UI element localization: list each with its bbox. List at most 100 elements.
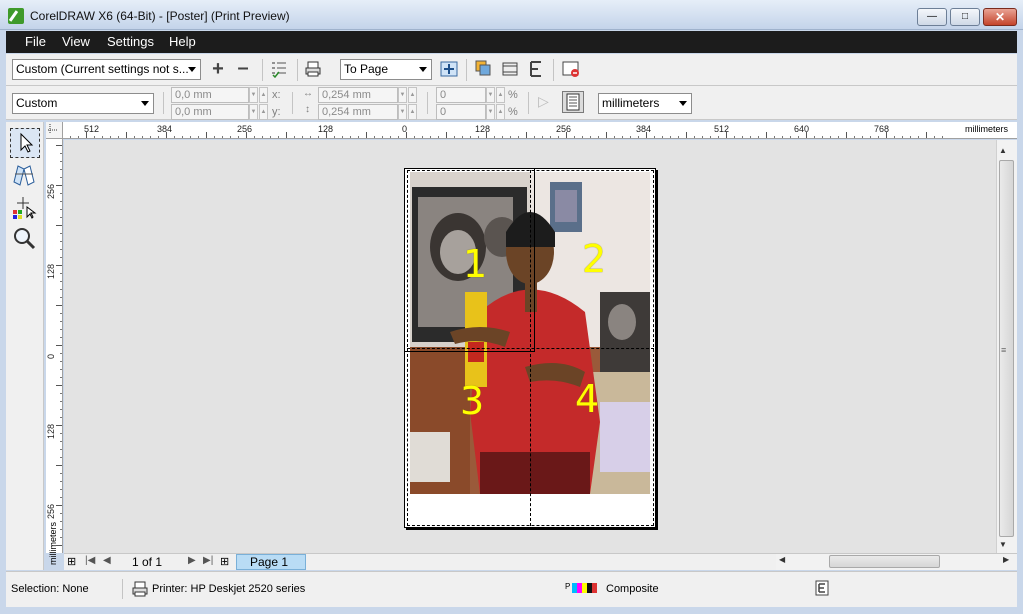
ruler-tick-v <box>60 377 62 378</box>
page-layout-icon[interactable] <box>562 91 584 113</box>
plus-icon[interactable]: + <box>208 59 228 80</box>
marks-placement-tool[interactable] <box>11 195 39 221</box>
pos-x-spin-up[interactable]: ▲ <box>408 87 417 103</box>
selection-status: Selection: None <box>11 583 89 595</box>
tab-page-1-label: Page 1 <box>250 555 289 569</box>
minimize-button[interactable]: — <box>917 8 947 26</box>
document-info-icon[interactable] <box>815 580 829 599</box>
height-field[interactable]: 0,0 mm <box>171 104 249 120</box>
ruler-tick-h <box>70 136 71 138</box>
preset-combo[interactable]: Custom <box>12 93 154 114</box>
ruler-tick-h <box>782 136 783 138</box>
ruler-tick-v <box>60 297 62 298</box>
ruler-tick-v <box>60 209 62 210</box>
add-page-after-icon[interactable]: ⊞ <box>220 555 229 568</box>
ruler-tick-v <box>60 153 62 154</box>
ruler-tick-h <box>182 136 183 138</box>
units-value: millimeters <box>602 96 660 110</box>
position-y-field[interactable]: 0,254 mm <box>318 104 398 120</box>
printer-icon[interactable] <box>304 60 324 80</box>
add-page-before-icon[interactable]: ⊞ <box>67 555 76 568</box>
ruler-tick-v <box>60 497 62 498</box>
menu-settings[interactable]: Settings <box>107 34 154 49</box>
scroll-up-icon[interactable]: ▲ <box>999 146 1007 155</box>
height-spin-down[interactable]: ▼ <box>249 104 258 120</box>
scroll-down-icon[interactable]: ▼ <box>999 540 1007 549</box>
first-page-icon[interactable]: |◀ <box>85 555 95 566</box>
ruler-tick-h <box>822 136 823 138</box>
horizontal-scroll-thumb[interactable] <box>829 555 940 568</box>
position-x-field[interactable]: 0,254 mm <box>318 87 398 103</box>
ruler-tick-h <box>710 136 711 138</box>
width-spin-down[interactable]: ▼ <box>249 87 258 103</box>
last-page-icon[interactable]: ▶| <box>203 555 213 566</box>
units-combo[interactable]: millimeters <box>598 93 692 114</box>
previous-page-icon[interactable]: ◀ <box>103 555 111 566</box>
scale-y-spin-down[interactable]: ▼ <box>486 104 495 120</box>
ruler-tick-h <box>606 132 607 138</box>
ruler-tick-v <box>60 369 62 370</box>
ruler-tick-v <box>60 273 62 274</box>
tab-page-1[interactable]: Page 1 <box>236 554 306 570</box>
ruler-tick-h <box>278 136 279 138</box>
ruler-tick-h <box>582 136 583 138</box>
invert-icon[interactable] <box>501 60 521 80</box>
width-spin-up[interactable]: ▲ <box>259 87 268 103</box>
scale-y-spin-up[interactable]: ▲ <box>496 104 505 120</box>
scale-x-spin-up[interactable]: ▲ <box>496 87 505 103</box>
apply-to-all-icon[interactable]: ▷ <box>538 93 558 113</box>
ruler-tick-h <box>934 136 935 138</box>
ruler-tick-v <box>60 409 62 410</box>
menu-file[interactable]: File <box>25 34 46 49</box>
ruler-tick-h <box>622 136 623 138</box>
scale-x-field[interactable]: 0 <box>436 87 486 103</box>
coreldraw-app-icon[interactable] <box>8 8 24 24</box>
menu-help[interactable]: Help <box>169 34 196 49</box>
mirror-icon[interactable] <box>527 60 547 80</box>
zoom-tool[interactable] <box>11 226 39 252</box>
ruler-tick-h <box>566 132 567 138</box>
pick-tool-button[interactable] <box>10 128 40 158</box>
ruler-tick-h <box>118 136 119 138</box>
fit-mode-combo[interactable]: To Page <box>340 59 432 80</box>
percent-x-label: % <box>508 89 518 101</box>
ruler-tick-v <box>60 281 62 282</box>
pos-y-spin-up[interactable]: ▲ <box>408 104 417 120</box>
toolbar-separator <box>262 59 263 81</box>
menu-view[interactable]: View <box>62 34 90 49</box>
x-label: x: <box>272 89 281 101</box>
print-style-combo[interactable]: Custom (Current settings not s... <box>12 59 201 80</box>
print-options-icon[interactable] <box>270 60 290 80</box>
maximize-icon: □ <box>961 11 969 22</box>
ruler-tick-h <box>446 132 447 138</box>
close-button[interactable]: ✕ <box>983 8 1017 26</box>
next-page-icon[interactable]: ▶ <box>188 555 196 566</box>
ruler-tick-v <box>56 185 62 186</box>
height-spin-up[interactable]: ▲ <box>259 104 268 120</box>
minimize-icon: — <box>927 11 937 22</box>
ruler-origin[interactable] <box>46 122 63 139</box>
full-screen-preview-icon[interactable] <box>440 60 460 80</box>
ruler-tick-h <box>790 136 791 138</box>
ruler-tick-v <box>60 233 62 234</box>
imposition-layout-tool[interactable] <box>11 162 39 188</box>
scroll-right-icon[interactable]: ▶ <box>1003 555 1009 564</box>
scale-x-spin-down[interactable]: ▼ <box>486 87 495 103</box>
minus-icon[interactable]: – <box>233 58 253 80</box>
maximize-button[interactable]: □ <box>950 8 980 26</box>
ruler-tick-h <box>718 136 719 138</box>
scroll-left-icon[interactable]: ◀ <box>779 555 785 564</box>
ruler-tick-h <box>366 132 367 138</box>
vertical-position-icon: ↕ <box>305 104 310 115</box>
selected-tile-outline[interactable] <box>404 168 535 352</box>
pos-x-spin-down[interactable]: ▼ <box>398 87 407 103</box>
ruler-tick-v <box>60 353 62 354</box>
pos-y-spin-down[interactable]: ▼ <box>398 104 407 120</box>
ruler-tick-h <box>646 132 647 138</box>
width-field[interactable]: 0,0 mm <box>171 87 249 103</box>
ruler-tick-h <box>558 136 559 138</box>
color-separations-icon[interactable] <box>475 60 495 80</box>
ruler-tick-h <box>422 136 423 138</box>
scale-y-field[interactable]: 0 <box>436 104 486 120</box>
close-print-preview-icon[interactable] <box>562 60 582 80</box>
